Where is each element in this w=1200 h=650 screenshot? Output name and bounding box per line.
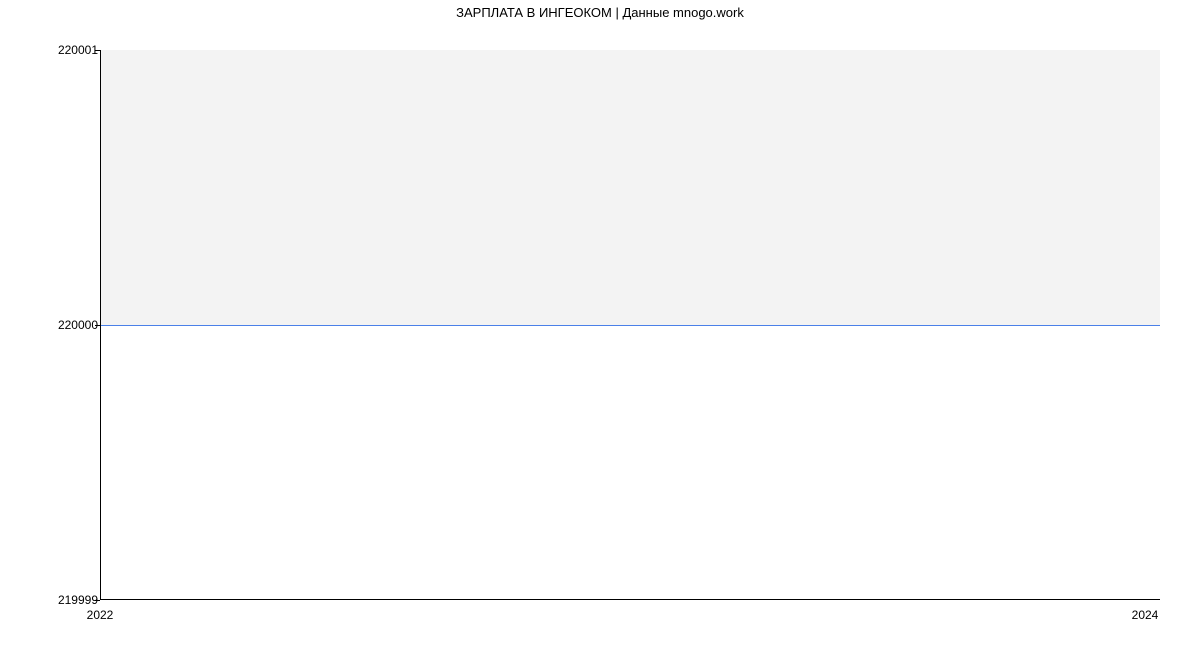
data-line [101,325,1160,326]
area-fill [101,50,1160,325]
chart-title: ЗАРПЛАТА В ИНГЕОКОМ | Данные mnogo.work [0,5,1200,20]
x-tick-label: 2024 [1120,608,1170,622]
y-tick-label: 220000 [38,318,98,332]
plot-area [100,50,1160,600]
y-tick-label: 220001 [38,43,98,57]
chart-container: ЗАРПЛАТА В ИНГЕОКОМ | Данные mnogo.work … [0,0,1200,650]
y-tick-mark [95,50,100,51]
y-tick-mark [95,600,100,601]
y-tick-label: 219999 [38,593,98,607]
x-tick-label: 2022 [75,608,125,622]
y-tick-mark [95,325,100,326]
